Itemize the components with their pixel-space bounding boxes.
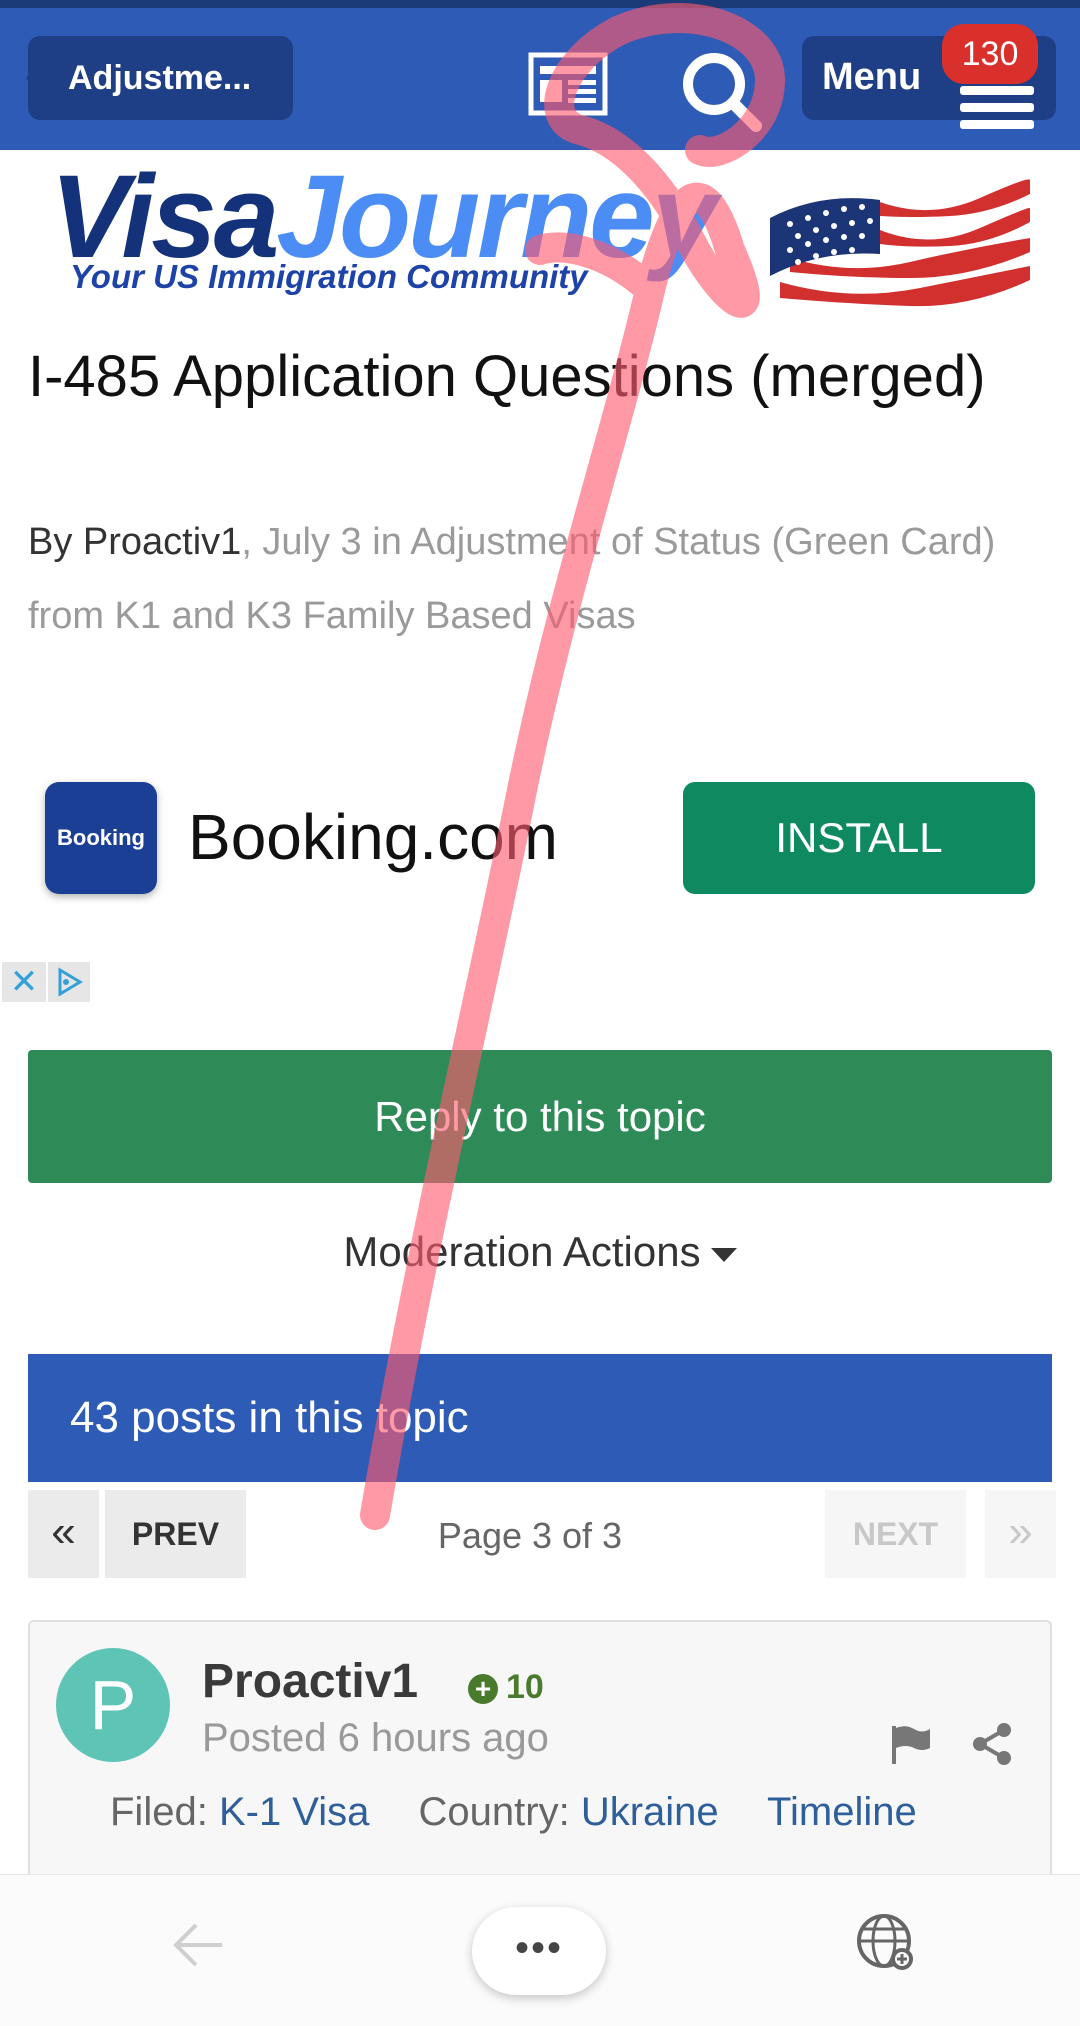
reputation-count: 10: [506, 1668, 544, 1706]
post-card: P Proactiv1 +10 Posted 6 hours ago Filed…: [28, 1620, 1052, 1880]
install-button[interactable]: INSTALL: [683, 782, 1035, 894]
post-timestamp: Posted 6 hours ago: [202, 1716, 549, 1760]
top-bar-edge: [0, 0, 1080, 8]
back-to-forum-button[interactable]: Adjustme...: [26, 36, 293, 120]
byline-prefix: By: [28, 521, 83, 563]
next-page-button: NEXT: [825, 1490, 966, 1578]
browser-bottom-bar: •••: [0, 1874, 1080, 2026]
globe-icon[interactable]: [854, 1911, 918, 1975]
us-flag-icon: [770, 178, 1030, 328]
back-button-label: Adjustme...: [68, 58, 252, 97]
reply-to-topic-button[interactable]: Reply to this topic: [28, 1050, 1052, 1183]
topic-author-link[interactable]: Proactiv1: [83, 521, 241, 563]
posts-count-banner: 43 posts in this topic: [28, 1354, 1052, 1482]
search-icon[interactable]: [678, 48, 764, 134]
site-logo[interactable]: VisaJourney Your US Immigration Communit…: [50, 158, 1030, 328]
browser-back-icon[interactable]: [170, 1917, 226, 1973]
plus-circle-icon: +: [468, 1674, 498, 1705]
top-bar: Adjustme... Menu 130: [0, 0, 1080, 150]
caret-down-icon: [710, 1247, 737, 1262]
booking-app-icon[interactable]: Booking: [45, 782, 157, 894]
newspaper-icon[interactable]: [528, 52, 608, 116]
notification-badge: 130: [942, 24, 1038, 84]
moderation-actions-dropdown[interactable]: Moderation Actions: [0, 1228, 1080, 1276]
ad-app-name[interactable]: Booking.com: [188, 800, 558, 874]
hamburger-icon: [960, 86, 1034, 130]
share-icon[interactable]: [970, 1722, 1014, 1766]
topic-byline: By Proactiv1, July 3 in Adjustment of St…: [28, 505, 1048, 653]
ad-close-icon[interactable]: ✕: [2, 962, 46, 1002]
country-label: Country:: [418, 1790, 570, 1834]
menu-label: Menu: [822, 56, 922, 98]
timeline-link[interactable]: Timeline: [767, 1790, 917, 1834]
moderation-actions-label: Moderation Actions: [343, 1228, 701, 1275]
post-author-link[interactable]: Proactiv1: [202, 1654, 418, 1709]
ad-banner[interactable]: Booking Booking.com INSTALL ✕: [0, 690, 1080, 1010]
filed-visa-link[interactable]: K-1 Visa: [219, 1790, 369, 1834]
last-page-button: »: [985, 1490, 1056, 1578]
reputation-badge: +10: [468, 1668, 544, 1707]
avatar[interactable]: P: [56, 1648, 170, 1762]
ad-choices-icon[interactable]: [48, 962, 90, 1002]
filed-label: Filed:: [110, 1790, 208, 1834]
topic-title: I-485 Application Questions (merged): [28, 344, 986, 409]
more-options-button[interactable]: •••: [472, 1907, 606, 1995]
report-flag-icon[interactable]: [888, 1722, 932, 1766]
country-link[interactable]: Ukraine: [581, 1790, 719, 1834]
logo-tagline: Your US Immigration Community: [70, 258, 588, 295]
post-member-info: Filed: K-1 Visa Country: Ukraine Timelin…: [110, 1790, 917, 1835]
